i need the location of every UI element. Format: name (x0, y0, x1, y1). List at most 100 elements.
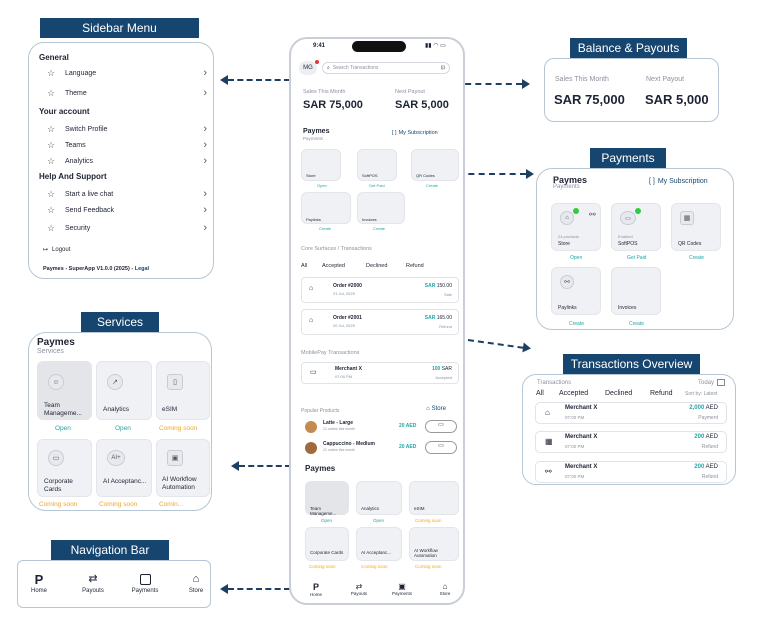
phone-service-ai-acceptance[interactable]: AI Acceptanc... (356, 527, 402, 561)
sidebar-item-theme[interactable]: ☆ Theme › (47, 87, 207, 99)
sidebar-item-teams[interactable]: ☆ Teams › (47, 139, 207, 151)
service-tile-analytics[interactable]: ↗ Analytics (96, 361, 152, 420)
store-icon: ⌂ (192, 573, 200, 585)
connector-sidebar (228, 79, 290, 81)
transactions-tab-all[interactable]: All (536, 390, 544, 397)
order-row[interactable]: ⌂ Order #2001 20 Jul, 2025 SAR 165.00 Re… (301, 309, 459, 335)
arrow-to-navbar (220, 584, 228, 594)
phone-subscription-link[interactable]: [ ] My Subscription (392, 130, 438, 136)
calendar-icon (717, 379, 726, 386)
sidebar-help-heading: Help And Support (39, 172, 107, 181)
product-row[interactable]: Cappuccino - Medium 21 orders this month… (301, 440, 459, 457)
phone-tile-invoices[interactable]: Invoices (357, 192, 405, 224)
label-sidebar-menu: Sidebar Menu (40, 18, 199, 38)
transaction-row[interactable]: ▦ Merchant X 07:00 PM 200 AED Refund (535, 431, 727, 453)
transaction-row[interactable]: ⌂ Merchant X 07:00 PM 2,000 AED Payment (535, 402, 727, 424)
payments-subtitle: Payments (553, 184, 580, 190)
product-row[interactable]: Latte - Large 21 orders this month 20 AE… (301, 419, 459, 436)
nav-payouts[interactable]: ⇄ Payouts (78, 574, 108, 595)
phone-tab-all[interactable]: All (301, 263, 307, 269)
phone-mockup: 9:41 ▮▮ ◠ ▭ MG ⌕ Search Transactions ⊡ Sa… (289, 37, 465, 605)
qr-create-link[interactable]: Create (689, 255, 704, 261)
connector-balance (455, 83, 522, 85)
softpos-button[interactable]: ▭ (425, 441, 457, 454)
payments-tile-softpos[interactable]: ▭ Enabled SoftPOS (611, 203, 661, 251)
order-row[interactable]: ⌂ Order #2000 21 Jul, 2025 SAR 150.00 Sa… (301, 277, 459, 303)
phone-tile-softpos[interactable]: SoftPOS (357, 149, 397, 181)
transactions-tab-declined[interactable]: Declined (605, 390, 632, 397)
sidebar-item-language[interactable]: ☆ Language › (47, 67, 207, 79)
phone-tab-refund[interactable]: Refund (406, 263, 424, 269)
status-time: 9:41 (313, 43, 326, 49)
invoices-create-link[interactable]: Create (629, 321, 644, 327)
scan-icon: ⊡ (440, 65, 445, 71)
swap-icon: ⇄ (355, 582, 363, 591)
my-subscription-link[interactable]: [ ] My Subscription (649, 178, 708, 185)
phone-nav-home[interactable]: P Home (305, 582, 327, 597)
payments-tile-qr[interactable]: ▦ QR Codes (671, 203, 721, 251)
phone-tile-paylinks[interactable]: Paylinks (301, 192, 351, 224)
phone-service-corporate[interactable]: Corporate Cards (305, 527, 349, 561)
logout-button[interactable]: ↦ Logout (43, 246, 70, 254)
mobilepay-heading: MobilePay Transactions (301, 350, 360, 356)
transactions-tab-refund[interactable]: Refund (650, 390, 673, 397)
ai-workflow-coming-soon: Comin... (159, 501, 184, 508)
service-tile-esim[interactable]: ▯ eSIM (156, 361, 210, 420)
softpos-get-paid-link[interactable]: Get Paid (627, 255, 646, 261)
paylinks-create-link[interactable]: Create (569, 321, 584, 327)
phone-service-ai-workflow[interactable]: AI Workflow Automation (409, 527, 459, 561)
payments-tile-paylinks[interactable]: ⚯ Paylinks (551, 267, 601, 315)
service-tile-corporate-cards[interactable]: ▭ Corporate Cards (37, 439, 92, 497)
sort-dropdown[interactable]: Sort by: Latest (685, 391, 717, 397)
sidebar-item-analytics[interactable]: ☆ Analytics › (47, 155, 207, 167)
phone-nav-payments[interactable]: ▣ Payments (387, 582, 417, 596)
status-dot (573, 208, 579, 214)
store-icon: ⌂ (309, 285, 314, 292)
search-input[interactable]: ⌕ Search Transactions ⊡ (322, 62, 450, 74)
paylink-icon: ⚯ (560, 275, 574, 289)
legal-link[interactable]: Legal (135, 266, 149, 272)
phone-service-team[interactable]: Team Manageme... (305, 481, 349, 516)
softpos-button[interactable]: ▭ (425, 420, 457, 433)
esim-coming-soon: Coming soon (159, 425, 198, 432)
nav-store[interactable]: ⌂ Store (184, 573, 208, 595)
star-icon: ☆ (47, 67, 56, 78)
analytics-icon: ↗ (107, 374, 123, 390)
transactions-tab-accepted[interactable]: Accepted (559, 390, 588, 397)
sidebar-item-security[interactable]: ☆ Security › (47, 222, 207, 234)
star-icon: ☆ (47, 123, 56, 134)
service-tile-team[interactable]: ☺ Team Manageme... (37, 361, 92, 420)
today-filter[interactable]: Today (698, 379, 726, 386)
logout-icon: ↦ (43, 247, 49, 253)
phone-store-link[interactable]: ⌂ Store (426, 406, 446, 412)
payments-tile-store[interactable]: ⌂ ⚯ 24 products Store (551, 203, 601, 251)
payments-tile-invoices[interactable]: Invoices (611, 267, 661, 315)
sidebar-menu-card: General ☆ Language › ☆ Theme › Your account … (28, 42, 214, 279)
phone-nav-store[interactable]: ⌂ Store (433, 582, 457, 596)
phone-tab-accepted[interactable]: Accepted (322, 263, 345, 269)
sidebar-footer: Paymes - SuperApp V1.0.0 (2025) - Legal (43, 266, 150, 272)
mobilepay-row[interactable]: ▭ Merchant X 07:00 PM 100 SAR Accepted (301, 362, 459, 384)
phone-service-analytics[interactable]: Analytics (356, 481, 402, 515)
service-tile-ai-workflow[interactable]: ▣ AI Workflow Automation (156, 439, 210, 497)
service-tile-ai-acceptance[interactable]: AI+ AI Acceptanc... (96, 439, 152, 497)
team-open-link[interactable]: Open (55, 425, 71, 432)
transaction-row[interactable]: ⚯ Merchant X 07:00 PM 200 AED Refund (535, 461, 727, 483)
phone-tile-qr[interactable]: QR Codes (411, 149, 459, 181)
chevron-right-icon: › (203, 188, 207, 200)
analytics-open-link[interactable]: Open (115, 425, 131, 432)
nav-home[interactable]: P Home (26, 573, 52, 594)
nav-payments[interactable]: Payments (128, 574, 162, 594)
sidebar-item-switch-profile[interactable]: ☆ Switch Profile › (47, 123, 207, 135)
bracket-icon: [ ] (649, 178, 655, 185)
avatar[interactable]: MG (299, 61, 317, 75)
phone-tab-declined[interactable]: Declined (366, 263, 387, 269)
paymes-logo-icon: P (34, 572, 44, 587)
sidebar-item-live-chat[interactable]: ☆ Start a live chat › (47, 188, 207, 200)
phone-service-esim[interactable]: eSIM (409, 481, 459, 515)
chevron-right-icon: › (203, 139, 207, 151)
phone-nav-payouts[interactable]: ⇄ Payouts (346, 582, 372, 596)
sidebar-item-feedback[interactable]: ☆ Send Feedback › (47, 204, 207, 216)
store-open-link[interactable]: Open (570, 255, 582, 261)
phone-tile-store[interactable]: Store (301, 149, 341, 181)
